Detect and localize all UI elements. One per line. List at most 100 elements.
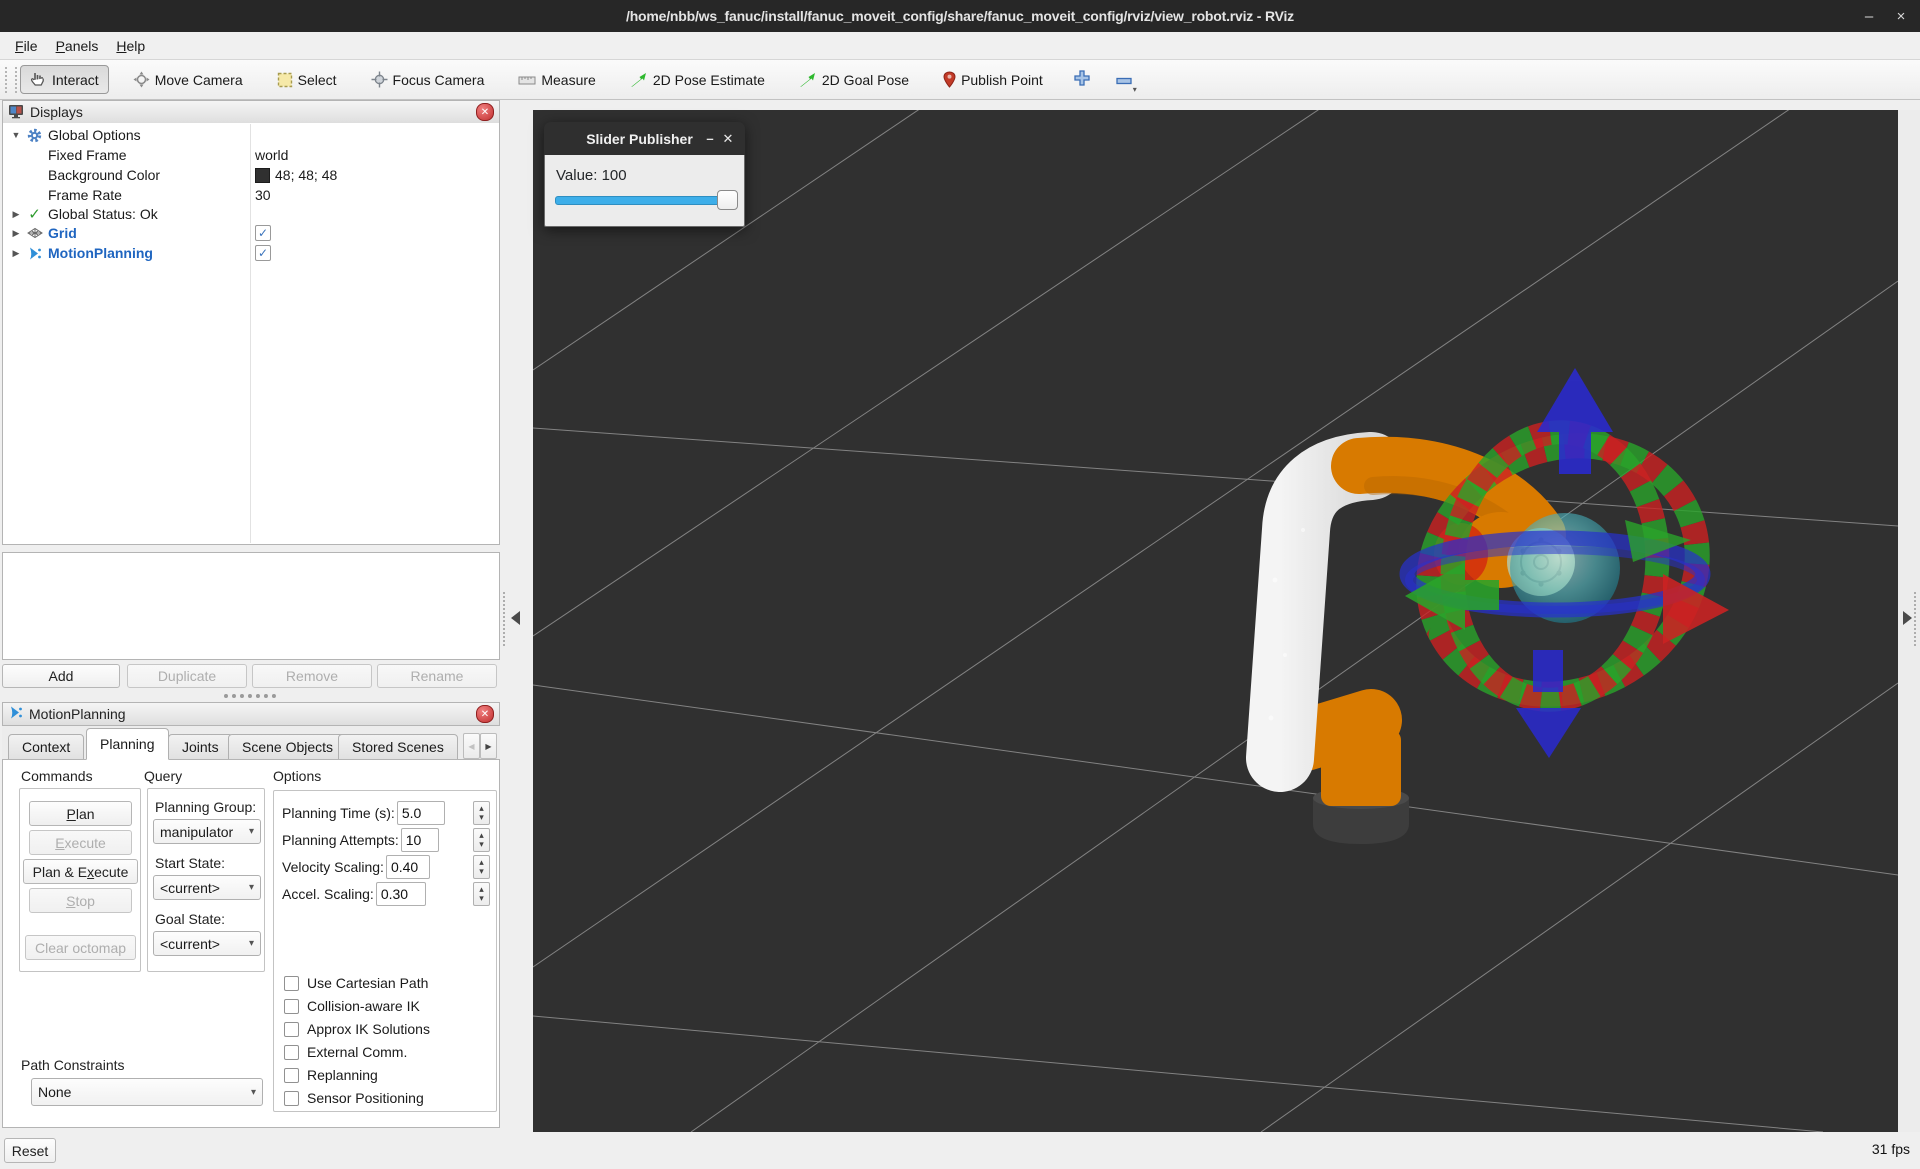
motionplanning-close-icon[interactable]: ✕: [476, 705, 494, 723]
goal-state-combobox[interactable]: <current>▾: [153, 931, 261, 956]
expander-icon[interactable]: ▶: [10, 248, 22, 259]
checkbox[interactable]: [284, 999, 299, 1014]
slider-publisher-window[interactable]: Slider Publisher – ✕ Value: 100: [544, 122, 745, 227]
menu-file[interactable]: File: [6, 34, 47, 58]
tool-2d-goal-pose[interactable]: 2D Goal Pose: [789, 66, 919, 94]
checkbox[interactable]: [284, 1045, 299, 1060]
rename-display-button[interactable]: Rename: [377, 664, 497, 688]
spinner-buttons[interactable]: ▴▾: [473, 828, 490, 852]
slider-track[interactable]: [555, 196, 732, 205]
menu-help[interactable]: Help: [107, 34, 154, 58]
spinner-buttons[interactable]: ▴▾: [473, 855, 490, 879]
tool-2d-pose-estimate[interactable]: 2D Pose Estimate: [620, 66, 775, 94]
expander-icon[interactable]: ▶: [10, 209, 22, 220]
move-camera-icon: [133, 71, 150, 88]
remove-display-button[interactable]: Remove: [252, 664, 372, 688]
checkbox[interactable]: [284, 1091, 299, 1106]
collapse-right-panel-icon[interactable]: [1903, 611, 1912, 625]
tree-row-fixed-frame[interactable]: Fixed Frame world: [3, 145, 499, 165]
expander-icon[interactable]: ▶: [10, 228, 22, 239]
toolbar-drag-handle[interactable]: [5, 67, 17, 93]
stop-button[interactable]: Stop: [29, 888, 132, 913]
tab-scene-objects[interactable]: Scene Objects: [228, 734, 347, 760]
interactive-marker[interactable]: [1385, 368, 1741, 758]
tool-measure[interactable]: Measure: [508, 66, 605, 94]
collision-aware-ik-checkbox-row[interactable]: Collision-aware IK: [284, 998, 420, 1014]
menu-panels[interactable]: Panels: [47, 34, 108, 58]
tree-row-value[interactable]: 48; 48; 48: [255, 167, 337, 183]
reset-button[interactable]: Reset: [4, 1138, 56, 1163]
velocity-scaling-input[interactable]: [386, 855, 430, 879]
plan-button[interactable]: Plan: [29, 801, 132, 826]
tool-label: Move Camera: [155, 72, 243, 88]
planning-group-label: Planning Group:: [155, 799, 256, 815]
tool-focus-camera[interactable]: Focus Camera: [361, 65, 495, 94]
sensor-positioning-checkbox-row[interactable]: Sensor Positioning: [284, 1090, 424, 1106]
planning-attempts-label: Planning Attempts:: [282, 832, 399, 848]
tool-move-camera[interactable]: Move Camera: [123, 65, 253, 94]
spinner-buttons[interactable]: ▴▾: [473, 882, 490, 906]
tool-select[interactable]: Select: [267, 66, 347, 94]
tree-row-value[interactable]: 30: [255, 187, 271, 203]
checkbox[interactable]: [284, 976, 299, 991]
3d-viewport[interactable]: [533, 110, 1898, 1132]
checkbox[interactable]: [284, 1022, 299, 1037]
replanning-checkbox-row[interactable]: Replanning: [284, 1067, 378, 1083]
tab-context[interactable]: Context: [8, 734, 84, 760]
tree-row-grid[interactable]: ▶ Grid ✓: [3, 223, 499, 243]
planning-time-input[interactable]: [397, 801, 445, 825]
tool-interact[interactable]: Interact: [20, 65, 109, 94]
remove-tool-button[interactable]: ▾: [1109, 65, 1139, 95]
tab-scroll-right-icon[interactable]: ▶: [480, 733, 497, 759]
grid-enabled-checkbox[interactable]: ✓: [255, 225, 271, 241]
checkbox[interactable]: [284, 1068, 299, 1083]
displays-panel-header[interactable]: Displays ✕: [2, 100, 500, 124]
execute-button[interactable]: Execute: [29, 830, 132, 855]
panel-drag-handle[interactable]: [224, 694, 276, 698]
approx-ik-solutions-checkbox-row[interactable]: Approx IK Solutions: [284, 1021, 430, 1037]
duplicate-display-button[interactable]: Duplicate: [127, 664, 247, 688]
slider-handle[interactable]: [717, 190, 738, 210]
tree-row-motionplanning[interactable]: ▶ MotionPlanning ✓: [3, 243, 499, 263]
planning-attempts-row: Planning Attempts: ▴▾: [282, 828, 490, 852]
motionplanning-enabled-checkbox[interactable]: ✓: [255, 245, 271, 261]
path-constraints-combobox[interactable]: None▾: [31, 1078, 263, 1106]
add-display-button[interactable]: Add: [2, 664, 120, 688]
tree-row-frame-rate[interactable]: Frame Rate 30: [3, 185, 499, 205]
query-groupbox: Planning Group: manipulator▾ Start State…: [147, 788, 265, 972]
plan-and-execute-button[interactable]: Plan & Execute: [23, 859, 138, 884]
tab-scroll-left-icon[interactable]: ◀: [463, 733, 480, 759]
options-section-label: Options: [273, 768, 321, 784]
accel-scaling-input[interactable]: [376, 882, 426, 906]
expander-icon[interactable]: ▼: [10, 130, 22, 140]
slider-window-minimize-button[interactable]: –: [701, 131, 719, 146]
tree-row-background-color[interactable]: Background Color 48; 48; 48: [3, 165, 499, 185]
chevron-down-icon: ▾: [249, 882, 254, 893]
planning-attempts-input[interactable]: [401, 828, 439, 852]
motionplanning-panel-header[interactable]: MotionPlanning ✕: [2, 702, 500, 726]
add-tool-button[interactable]: [1067, 65, 1097, 95]
slider-window-titlebar[interactable]: Slider Publisher – ✕: [544, 122, 745, 155]
window-close-button[interactable]: ×: [1888, 4, 1914, 28]
tree-row-global-status[interactable]: ▶ ✓ Global Status: Ok: [3, 204, 499, 224]
tool-publish-point[interactable]: Publish Point: [933, 65, 1053, 94]
tab-joints[interactable]: Joints: [168, 734, 233, 760]
options-groupbox: Planning Time (s): ▴▾ Planning Attempts:…: [273, 790, 497, 1112]
spinner-buttons[interactable]: ▴▾: [473, 801, 490, 825]
robot-arm: [1269, 465, 1544, 844]
start-state-combobox[interactable]: <current>▾: [153, 875, 261, 900]
external-comm-checkbox-row[interactable]: External Comm.: [284, 1044, 407, 1060]
collapse-left-panel-icon[interactable]: [511, 611, 520, 625]
tool-label: 2D Goal Pose: [822, 72, 909, 88]
clear-octomap-button[interactable]: Clear octomap: [25, 935, 136, 960]
tree-row-global-options[interactable]: ▼ Global Options: [3, 125, 499, 145]
tab-stored-scenes[interactable]: Stored Scenes: [338, 734, 458, 760]
planning-group-combobox[interactable]: manipulator▾: [153, 819, 261, 844]
tree-row-value[interactable]: world: [255, 147, 288, 163]
displays-close-icon[interactable]: ✕: [476, 103, 494, 121]
toolbar: Interact Move Camera Select Focus Camera…: [0, 60, 1920, 100]
slider-window-close-button[interactable]: ✕: [719, 131, 737, 147]
tab-planning[interactable]: Planning: [86, 728, 169, 760]
use-cartesian-path-checkbox-row[interactable]: Use Cartesian Path: [284, 975, 428, 991]
window-minimize-button[interactable]: –: [1856, 4, 1882, 28]
